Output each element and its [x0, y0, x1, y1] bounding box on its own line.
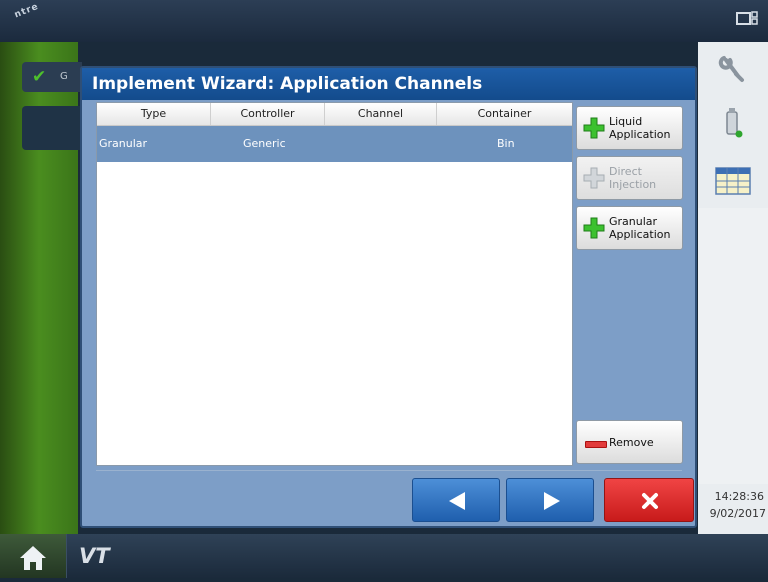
right-toolbar — [698, 42, 768, 534]
display-icon[interactable] — [736, 10, 758, 30]
back-button[interactable] — [412, 478, 500, 522]
cell-controller: Generic — [243, 137, 286, 150]
liquid-line1: Liquid — [609, 115, 643, 128]
table-header: Type Controller Channel Container — [97, 103, 572, 126]
table-row[interactable]: Granular Generic Bin — [97, 126, 572, 162]
add-liquid-application-button[interactable]: Liquid Application — [576, 106, 683, 150]
cancel-button[interactable] — [604, 478, 694, 522]
usb-icon — [726, 108, 743, 138]
empty-tile — [698, 208, 768, 487]
usb-tile[interactable] — [698, 100, 768, 155]
column-header-channel[interactable]: Channel — [325, 103, 437, 125]
home-button[interactable] — [0, 534, 66, 578]
close-icon — [642, 493, 658, 509]
top-bar: ntre — [0, 0, 768, 42]
vt-button[interactable]: VT — [66, 534, 127, 578]
arrow-left-icon — [449, 492, 465, 510]
cell-container: Bin — [497, 137, 515, 150]
remove-button[interactable]: Remove — [576, 420, 683, 464]
column-header-type[interactable]: Type — [97, 103, 211, 125]
granular-line2: Application — [609, 228, 671, 241]
add-granular-application-button[interactable]: Granular Application — [576, 206, 683, 250]
background-status-tab: ✔ G — [22, 62, 82, 92]
home-icon — [20, 546, 46, 570]
plus-icon — [583, 117, 605, 139]
minus-icon — [585, 441, 607, 448]
settings-tile[interactable] — [698, 42, 768, 101]
remove-label: Remove — [609, 436, 654, 449]
implement-wizard-dialog: Implement Wizard: Application Channels T… — [80, 66, 697, 528]
grid-tile[interactable] — [698, 154, 768, 209]
cell-type: Granular — [99, 137, 148, 150]
check-icon: ✔ — [32, 67, 47, 87]
add-direct-injection-button[interactable]: Direct Injection — [576, 156, 683, 200]
next-button[interactable] — [506, 478, 594, 522]
background-tab — [22, 106, 82, 150]
direct-line1: Direct — [609, 165, 642, 178]
dialog-title: Implement Wizard: Application Channels — [82, 68, 695, 100]
brand-logo: ntre — [13, 1, 41, 21]
plus-icon — [583, 167, 605, 189]
footer-divider — [96, 470, 682, 471]
clock-time: 14:28:36 — [714, 490, 764, 503]
background-status-label: G — [60, 71, 68, 82]
wrench-icon — [718, 56, 744, 82]
grid-icon — [715, 167, 751, 195]
column-header-controller[interactable]: Controller — [211, 103, 325, 125]
arrow-right-icon — [544, 492, 560, 510]
clock-date: 9/02/2017 — [709, 507, 766, 520]
vt-icon: VT — [79, 544, 110, 568]
channels-table: Type Controller Channel Container Granul… — [96, 102, 573, 466]
liquid-line2: Application — [609, 128, 671, 141]
granular-line1: Granular — [609, 215, 658, 228]
plus-icon — [583, 217, 605, 239]
direct-line2: Injection — [609, 178, 657, 191]
column-header-container[interactable]: Container — [437, 103, 572, 125]
clock: 14:28:36 9/02/2017 — [698, 484, 768, 534]
